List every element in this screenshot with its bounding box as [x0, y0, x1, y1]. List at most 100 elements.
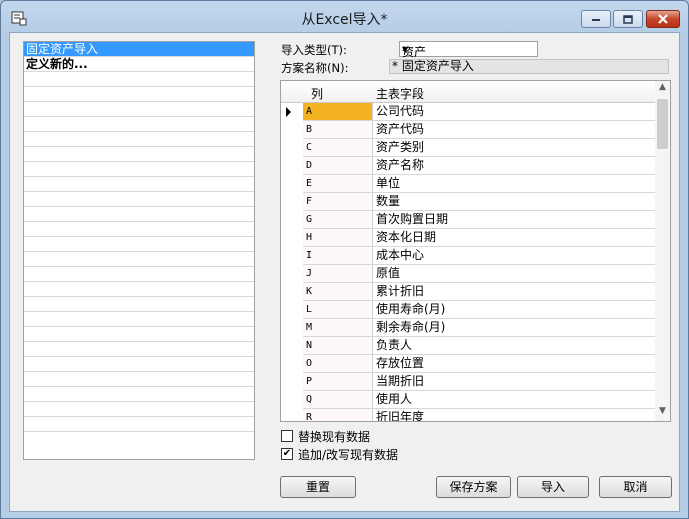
row-indicator[interactable] [281, 319, 303, 337]
cell-main-field[interactable]: 当期折旧 [373, 373, 656, 391]
cell-column-letter[interactable]: Q [303, 391, 373, 409]
close-button[interactable] [646, 10, 680, 28]
cell-main-field[interactable]: 成本中心 [373, 247, 656, 265]
column-header-field[interactable]: 主表字段 [376, 85, 424, 102]
cell-column-letter[interactable]: P [303, 373, 373, 391]
list-item-empty[interactable] [24, 342, 254, 357]
cell-column-letter[interactable]: A [303, 103, 373, 121]
list-item-empty[interactable] [24, 252, 254, 267]
table-row[interactable]: K 累计折旧 [281, 283, 656, 301]
list-item-empty[interactable] [24, 402, 254, 417]
table-row[interactable]: E 单位 [281, 175, 656, 193]
list-item-empty[interactable] [24, 117, 254, 132]
replace-existing-label[interactable]: 替换现有数据 [298, 428, 370, 445]
row-indicator[interactable] [281, 283, 303, 301]
row-indicator[interactable] [281, 265, 303, 283]
cell-main-field[interactable]: 资产类别 [373, 139, 656, 157]
row-indicator[interactable] [281, 121, 303, 139]
list-item-empty[interactable] [24, 87, 254, 102]
scheme-name-field[interactable]: * 固定资产导入 [389, 59, 669, 74]
import-button[interactable]: 导入 [517, 476, 589, 498]
list-item-empty[interactable] [24, 207, 254, 222]
list-item-empty[interactable] [24, 132, 254, 147]
cell-main-field[interactable]: 负责人 [373, 337, 656, 355]
table-row[interactable]: I 成本中心 [281, 247, 656, 265]
list-item-empty[interactable] [24, 192, 254, 207]
list-item-empty[interactable] [24, 147, 254, 162]
replace-existing-checkbox[interactable] [281, 430, 293, 442]
cell-column-letter[interactable]: B [303, 121, 373, 139]
table-row[interactable]: M 剩余寿命(月) [281, 319, 656, 337]
table-row[interactable]: R 折旧年度 [281, 409, 656, 421]
minimize-button[interactable] [581, 10, 611, 28]
table-row[interactable]: B 资产代码 [281, 121, 656, 139]
append-overwrite-checkbox[interactable]: ✔ [281, 448, 293, 460]
cell-main-field[interactable]: 数量 [373, 193, 656, 211]
column-header-col[interactable]: 列 [311, 85, 323, 102]
row-indicator[interactable] [281, 175, 303, 193]
cell-main-field[interactable]: 使用寿命(月) [373, 301, 656, 319]
scheme-list[interactable]: 固定资产导入 定义新的... [23, 41, 255, 460]
list-item[interactable]: 固定资产导入 [24, 42, 254, 57]
table-row[interactable]: N 负责人 [281, 337, 656, 355]
row-indicator[interactable] [281, 247, 303, 265]
grid-vertical-scrollbar[interactable]: ▲ ▼ [655, 81, 670, 421]
table-row[interactable]: F 数量 [281, 193, 656, 211]
save-scheme-button[interactable]: 保存方案 [436, 476, 511, 498]
cell-column-letter[interactable]: C [303, 139, 373, 157]
append-overwrite-label[interactable]: 追加/改写现有数据 [298, 446, 398, 463]
row-indicator[interactable] [281, 139, 303, 157]
cell-main-field[interactable]: 累计折旧 [373, 283, 656, 301]
row-indicator[interactable] [281, 337, 303, 355]
cell-main-field[interactable]: 资本化日期 [373, 229, 656, 247]
list-item-empty[interactable] [24, 72, 254, 87]
list-item-empty[interactable] [24, 372, 254, 387]
row-indicator[interactable] [281, 301, 303, 319]
table-row[interactable]: Q 使用人 [281, 391, 656, 409]
row-indicator[interactable] [281, 193, 303, 211]
cell-column-letter[interactable]: K [303, 283, 373, 301]
cell-column-letter[interactable]: J [303, 265, 373, 283]
row-indicator[interactable] [281, 409, 303, 421]
list-item-empty[interactable] [24, 162, 254, 177]
row-indicator[interactable] [281, 211, 303, 229]
cell-main-field[interactable]: 存放位置 [373, 355, 656, 373]
table-row[interactable]: C 资产类别 [281, 139, 656, 157]
table-row[interactable]: D 资产名称 [281, 157, 656, 175]
cell-main-field[interactable]: 剩余寿命(月) [373, 319, 656, 337]
list-item-empty[interactable] [24, 387, 254, 402]
maximize-button[interactable] [613, 10, 643, 28]
cell-main-field[interactable]: 资产代码 [373, 121, 656, 139]
title-bar[interactable]: 从Excel导入* [1, 1, 688, 33]
list-item-empty[interactable] [24, 237, 254, 252]
cell-column-letter[interactable]: I [303, 247, 373, 265]
column-mapping-grid[interactable]: 列 主表字段 A 公司代码 B 资产代码 C 资产类别 D 资产名称 E 单位 F 数量 G 首次购置日期… [280, 80, 671, 422]
row-indicator[interactable] [281, 355, 303, 373]
list-item-empty[interactable] [24, 327, 254, 342]
list-item-empty[interactable] [24, 297, 254, 312]
cell-main-field[interactable]: 单位 [373, 175, 656, 193]
cell-column-letter[interactable]: F [303, 193, 373, 211]
import-type-select[interactable]: 资产 ▼ [399, 41, 538, 59]
reset-button[interactable]: 重置 [280, 476, 356, 498]
cell-column-letter[interactable]: G [303, 211, 373, 229]
cell-column-letter[interactable]: O [303, 355, 373, 373]
scroll-up-icon[interactable]: ▲ [655, 82, 670, 97]
table-row[interactable]: P 当期折旧 [281, 373, 656, 391]
list-item-empty[interactable] [24, 282, 254, 297]
row-indicator[interactable] [281, 157, 303, 175]
list-item-empty[interactable] [24, 312, 254, 327]
table-row[interactable]: O 存放位置 [281, 355, 656, 373]
list-item-empty[interactable] [24, 102, 254, 117]
cell-main-field[interactable]: 资产名称 [373, 157, 656, 175]
cell-main-field[interactable]: 使用人 [373, 391, 656, 409]
list-item-empty[interactable] [24, 357, 254, 372]
table-row[interactable]: A 公司代码 [281, 103, 656, 121]
scroll-down-icon[interactable]: ▼ [655, 406, 670, 421]
table-row[interactable]: J 原值 [281, 265, 656, 283]
cancel-button[interactable]: 取消 [599, 476, 672, 498]
table-row[interactable]: L 使用寿命(月) [281, 301, 656, 319]
row-indicator[interactable] [281, 391, 303, 409]
chevron-down-icon[interactable]: ▼ [402, 45, 534, 54]
row-indicator[interactable] [281, 229, 303, 247]
